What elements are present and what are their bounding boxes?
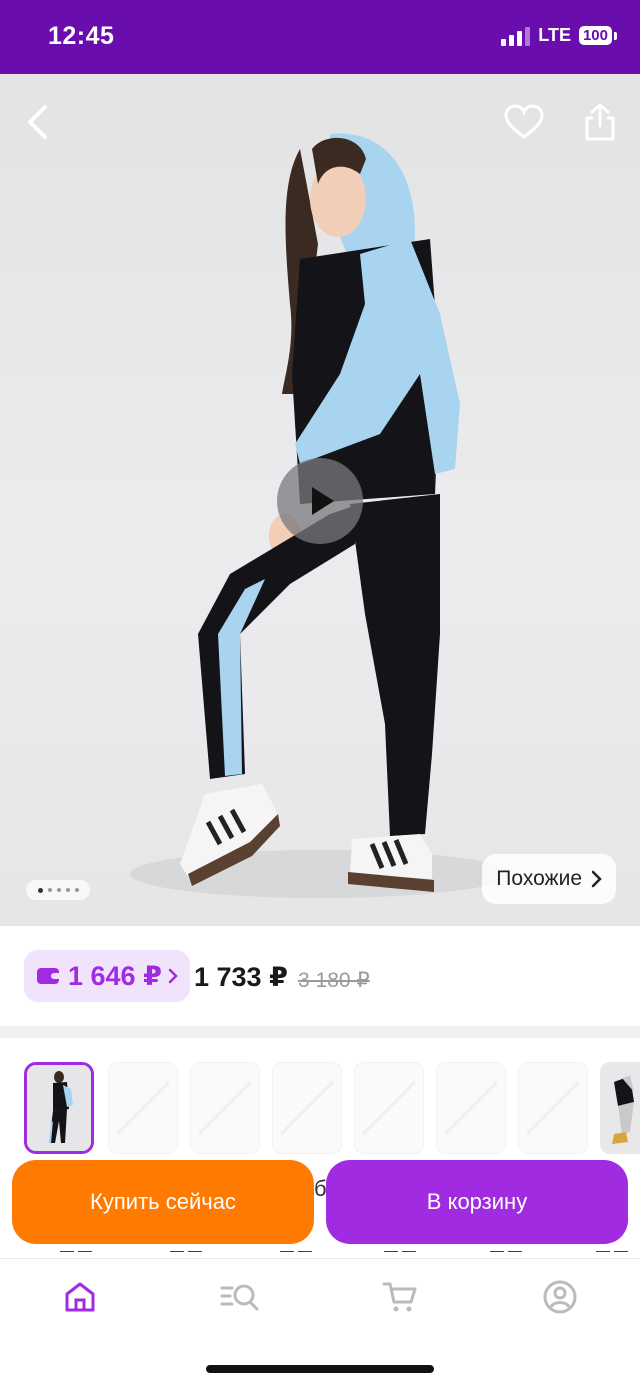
chevron-right-icon bbox=[168, 968, 178, 984]
wallet-price: 1 646 ₽ bbox=[68, 960, 162, 991]
old-price: 3 180 ₽ bbox=[298, 969, 370, 992]
variant-caption-peek: б bbox=[314, 1176, 327, 1201]
variant-thumbnail[interactable] bbox=[354, 1062, 424, 1154]
network-type: LTE bbox=[538, 25, 571, 45]
buy-now-button[interactable]: Купить сейчас bbox=[12, 1160, 314, 1244]
chevron-right-icon bbox=[591, 870, 602, 888]
variant-thumbnail[interactable] bbox=[190, 1062, 260, 1154]
gallery-dots bbox=[26, 880, 90, 900]
gallery-dot bbox=[56, 888, 61, 892]
similar-button[interactable]: Похожие bbox=[482, 854, 616, 904]
heart-icon bbox=[504, 104, 544, 139]
gallery-dot bbox=[47, 888, 52, 892]
status-indicators: LTE 100 bbox=[501, 25, 618, 46]
wallet-price-badge[interactable]: 1 646 ₽ bbox=[24, 950, 190, 1002]
similar-label: Похожие bbox=[496, 867, 582, 890]
status-bar: 12:45 LTE 100 bbox=[0, 0, 640, 74]
home-icon bbox=[65, 1282, 95, 1312]
battery-icon: 100 bbox=[578, 26, 618, 45]
gallery-dot bbox=[37, 887, 43, 893]
variant-thumbnail[interactable] bbox=[272, 1062, 342, 1154]
product-photo[interactable]: Похожие bbox=[0, 74, 640, 926]
catalog-search-icon bbox=[220, 1284, 259, 1311]
play-video-button[interactable] bbox=[277, 458, 363, 544]
variant-image bbox=[600, 1062, 640, 1154]
home-indicator bbox=[206, 1365, 434, 1373]
back-button[interactable] bbox=[16, 100, 60, 144]
price-card: 1 646 ₽ 1 733 ₽ 3 180 ₽ bbox=[0, 926, 640, 1026]
share-button[interactable] bbox=[578, 100, 622, 144]
nav-profile[interactable] bbox=[540, 1277, 580, 1317]
size-row-peek: — — — — — — — — — — — — bbox=[0, 1244, 640, 1258]
variant-thumbnail[interactable] bbox=[600, 1062, 640, 1154]
nav-catalog[interactable] bbox=[220, 1277, 260, 1317]
chevron-left-icon bbox=[28, 105, 47, 139]
bottom-nav bbox=[0, 1258, 640, 1384]
price: 1 733 ₽ bbox=[194, 962, 288, 992]
favorite-button[interactable] bbox=[502, 100, 546, 144]
play-icon bbox=[312, 487, 334, 515]
section-divider bbox=[0, 1026, 640, 1038]
variant-image bbox=[27, 1065, 91, 1151]
variant-thumbnail[interactable] bbox=[108, 1062, 178, 1154]
cart-icon bbox=[382, 1282, 417, 1312]
profile-icon bbox=[543, 1280, 577, 1314]
nav-home[interactable] bbox=[60, 1277, 100, 1317]
nav-cart[interactable] bbox=[380, 1277, 420, 1317]
variant-thumbnail[interactable] bbox=[436, 1062, 506, 1154]
share-icon bbox=[585, 103, 615, 141]
add-to-cart-button[interactable]: В корзину bbox=[326, 1160, 628, 1244]
variant-thumbnail[interactable] bbox=[518, 1062, 588, 1154]
status-time: 12:45 bbox=[48, 22, 115, 50]
wallet-icon bbox=[37, 968, 61, 984]
signal-icon bbox=[501, 26, 531, 46]
gallery-dot bbox=[65, 888, 70, 892]
variant-thumbnail-selected[interactable] bbox=[24, 1062, 94, 1154]
gallery-dot bbox=[74, 888, 79, 892]
